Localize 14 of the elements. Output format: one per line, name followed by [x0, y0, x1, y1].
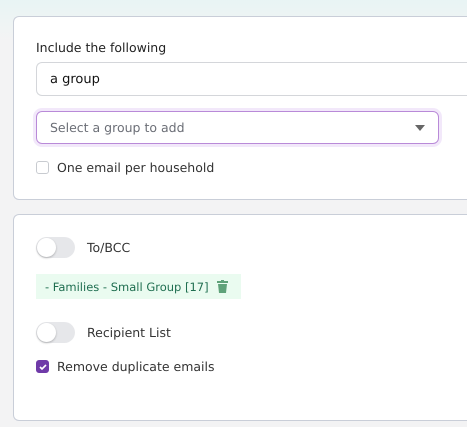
- checkbox[interactable]: [36, 360, 49, 373]
- trash-icon[interactable]: [216, 280, 228, 293]
- check-icon: [38, 362, 48, 372]
- caret-icon: [415, 124, 425, 130]
- checkbox-label: Remove duplicate emails: [57, 359, 215, 374]
- input-field[interactable]: a group: [36, 62, 467, 96]
- checkbox-label: One email per household: [57, 160, 214, 175]
- group-name: - Families - Small Group [17]: [45, 280, 209, 294]
- toggle-switch[interactable]: [36, 237, 75, 258]
- toggle-switch[interactable]: [36, 322, 75, 343]
- group-select[interactable]: Select a group to add: [36, 111, 439, 144]
- toggle-label: Recipient List: [87, 325, 171, 340]
- toggle-label: To/BCC: [87, 240, 130, 255]
- field-label: Include the following: [36, 40, 166, 55]
